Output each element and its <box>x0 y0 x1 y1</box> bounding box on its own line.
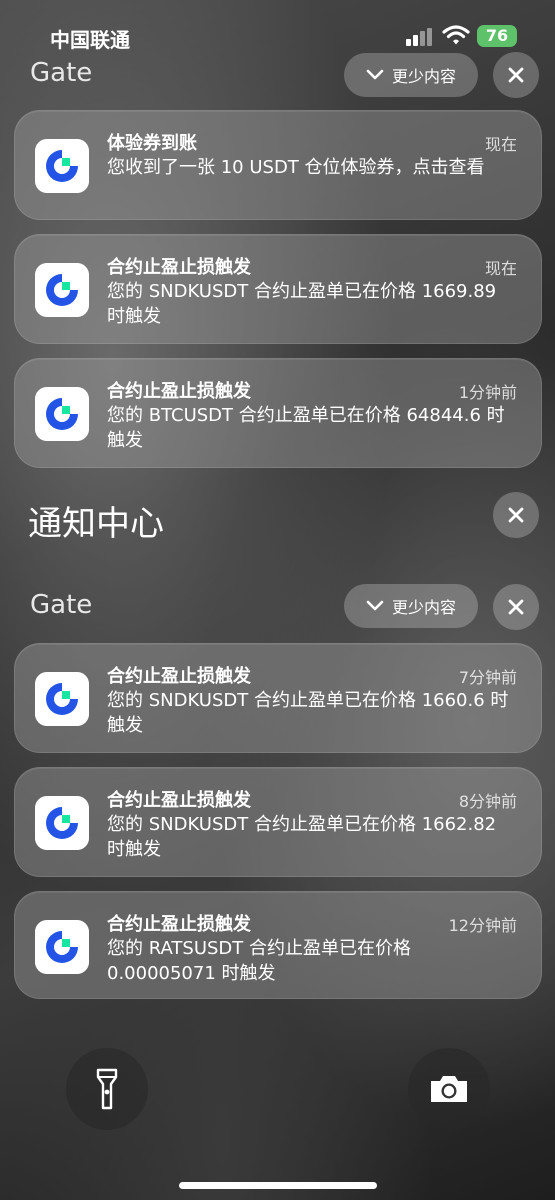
group-app-name: Gate <box>30 590 93 620</box>
dismiss-group-button[interactable] <box>493 584 539 630</box>
cellular-signal-icon <box>406 28 434 46</box>
show-less-label: 更少内容 <box>391 67 456 86</box>
show-less-label: 更少内容 <box>391 598 456 617</box>
clear-all-button[interactable] <box>493 492 539 538</box>
notification-body: 您的 SNDKUSDT 合约止盈单已在价格 1660.6 时触发 <box>107 690 509 736</box>
notification-card[interactable]: 合约止盈止损触发 7分钟前 您的 SNDKUSDT 合约止盈单已在价格 1660… <box>14 643 542 753</box>
notification-time: 8分钟前 <box>458 792 517 811</box>
close-icon <box>508 599 524 615</box>
notification-card[interactable]: 合约止盈止损触发 1分钟前 您的 BTCUSDT 合约止盈单已在价格 64844… <box>14 358 542 468</box>
notification-time: 12分钟前 <box>448 916 517 935</box>
gate-logo-icon <box>35 920 89 974</box>
camera-button[interactable] <box>408 1048 490 1130</box>
notification-title: 合约止盈止损触发 <box>107 257 251 278</box>
chevron-down-icon <box>366 600 384 611</box>
chevron-down-icon <box>366 69 384 80</box>
notification-card[interactable]: 体验券到账 现在 您收到了一张 10 USDT 仓位体验券，点击查看 <box>14 110 542 220</box>
battery-level: 76 <box>485 26 509 45</box>
notification-card[interactable]: 合约止盈止损触发 现在 您的 SNDKUSDT 合约止盈单已在价格 1669.8… <box>14 234 542 344</box>
gate-logo-icon <box>35 672 89 726</box>
gate-logo-icon <box>35 796 89 850</box>
camera-icon <box>431 1076 467 1102</box>
notification-body: 您的 RATSUSDT 合约止盈单已在价格 0.00005071 时触发 <box>107 938 412 984</box>
notification-time: 现在 <box>484 259 517 278</box>
gate-logo-icon <box>35 263 89 317</box>
notification-title: 合约止盈止损触发 <box>107 790 251 811</box>
flashlight-button[interactable] <box>66 1048 148 1130</box>
dismiss-group-button[interactable] <box>493 52 539 98</box>
notification-time: 现在 <box>484 135 517 154</box>
notification-body: 您收到了一张 10 USDT 仓位体验券，点击查看 <box>107 157 485 178</box>
notification-center-title: 通知中心 <box>28 504 164 544</box>
notification-card[interactable]: 合约止盈止损触发 12分钟前 您的 RATSUSDT 合约止盈单已在价格 0.0… <box>14 891 542 999</box>
gate-logo-icon <box>35 139 89 193</box>
gate-logo-icon <box>35 387 89 441</box>
notification-body: 您的 BTCUSDT 合约止盈单已在价格 64844.6 时触发 <box>107 405 505 451</box>
notification-title: 合约止盈止损触发 <box>107 381 251 402</box>
battery-indicator: 76 <box>477 25 517 47</box>
close-icon <box>508 67 524 83</box>
close-icon <box>508 507 524 523</box>
notification-title: 合约止盈止损触发 <box>107 666 251 687</box>
group-app-name: Gate <box>30 58 93 88</box>
flashlight-icon <box>96 1068 118 1110</box>
wifi-icon <box>442 25 470 45</box>
notification-body: 您的 SNDKUSDT 合约止盈单已在价格 1662.82 时触发 <box>107 814 497 860</box>
carrier-label: 中国联通 <box>50 28 130 52</box>
show-less-button[interactable]: 更少内容 <box>344 584 478 628</box>
notification-time: 1分钟前 <box>458 383 517 402</box>
show-less-button[interactable]: 更少内容 <box>344 53 478 97</box>
notification-body: 您的 SNDKUSDT 合约止盈单已在价格 1669.89 时触发 <box>107 281 497 327</box>
notification-card[interactable]: 合约止盈止损触发 8分钟前 您的 SNDKUSDT 合约止盈单已在价格 1662… <box>14 767 542 877</box>
notification-title: 合约止盈止损触发 <box>107 914 251 935</box>
notification-title: 体验券到账 <box>107 133 197 154</box>
home-indicator[interactable] <box>179 1182 377 1189</box>
notification-time: 7分钟前 <box>458 668 517 687</box>
